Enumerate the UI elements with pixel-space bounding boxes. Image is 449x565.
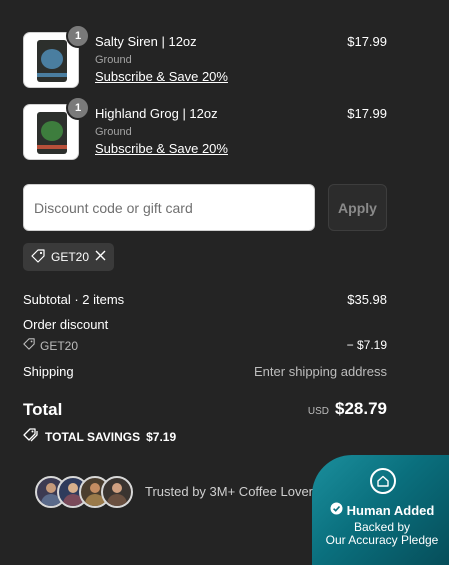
- subscribe-save-link[interactable]: Subscribe & Save 20%: [95, 69, 228, 84]
- currency-code: USD: [307, 406, 329, 417]
- product-price: $17.99: [347, 106, 387, 121]
- shipping-value: Enter shipping address: [254, 364, 387, 379]
- discount-code-label: GET20: [40, 338, 79, 353]
- shipping-label: Shipping: [23, 364, 74, 379]
- tag-icon: [23, 338, 35, 353]
- human-added-row: Human Added: [312, 502, 449, 518]
- subtotal-value: $35.98: [347, 292, 387, 307]
- total-savings: TOTAL SAVINGS $7.19: [23, 428, 176, 445]
- product-variant: Ground: [95, 126, 132, 138]
- product-name: Highland Grog | 12oz: [95, 106, 218, 121]
- human-added-label: Human Added: [346, 502, 435, 518]
- discount-value: − $7.19: [346, 338, 387, 352]
- total-label: Total: [23, 400, 63, 419]
- check-badge-icon: [330, 502, 343, 518]
- product-variant: Ground: [95, 54, 132, 66]
- cart-item: 1 Salty Siren | 12oz Ground Subscribe & …: [23, 24, 387, 90]
- home-icon: [370, 468, 396, 494]
- subscribe-save-link[interactable]: Subscribe & Save 20%: [95, 141, 228, 156]
- coffee-bag-icon: [37, 112, 67, 154]
- applied-discount-chip: GET20: [23, 243, 115, 271]
- customer-avatars: [35, 476, 135, 508]
- tags-icon: [23, 428, 39, 445]
- discount-code-row: GET20: [23, 338, 78, 353]
- tag-icon: [31, 248, 45, 266]
- coffee-bag-icon: [37, 40, 67, 82]
- cart-item: 1 Highland Grog | 12oz Ground Subscribe …: [23, 96, 387, 162]
- applied-code-label: GET20: [51, 250, 90, 264]
- product-name: Salty Siren | 12oz: [95, 34, 197, 49]
- total-value-group: USD $28.79: [308, 399, 387, 419]
- total-savings-value: $7.19: [146, 429, 177, 444]
- total-savings-label: TOTAL SAVINGS: [45, 429, 141, 444]
- product-price: $17.99: [347, 34, 387, 49]
- discount-code-input[interactable]: [23, 184, 315, 231]
- avatar: [101, 476, 133, 508]
- subtotal-label: Subtotal · 2 items: [23, 292, 125, 307]
- accuracy-pledge-badge[interactable]: Human Added Backed by Our Accuracy Pledg…: [312, 455, 449, 565]
- quantity-badge: 1: [66, 24, 90, 48]
- apply-button[interactable]: Apply: [328, 184, 387, 231]
- pledge-line-2: Our Accuracy Pledge: [325, 533, 439, 547]
- order-discount-label: Order discount: [23, 317, 109, 332]
- quantity-badge: 1: [66, 96, 90, 120]
- remove-code-icon[interactable]: [95, 250, 106, 264]
- pledge-subtitle: Backed by Our Accuracy Pledge: [312, 521, 449, 547]
- trust-text: Trusted by 3M+ Coffee Lovers: [145, 484, 320, 499]
- total-amount: $28.79: [335, 399, 387, 418]
